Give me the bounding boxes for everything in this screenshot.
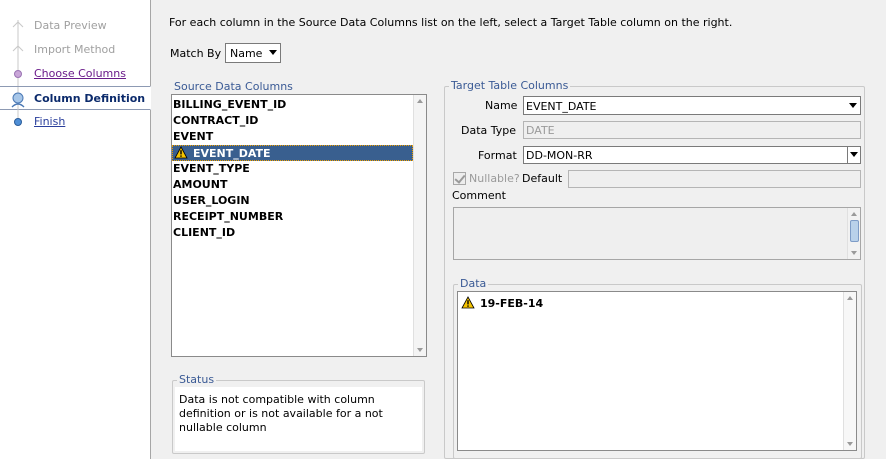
comment-label: Comment: [452, 189, 506, 202]
list-item[interactable]: BILLING_EVENT_ID: [172, 97, 412, 113]
nullable-label: Nullable?: [469, 172, 520, 185]
instructions-text: For each column in the Source Data Colum…: [169, 16, 733, 29]
warning-icon: [461, 296, 475, 309]
step-dot-icon: [14, 62, 22, 86]
scroll-up-icon[interactable]: [847, 296, 853, 300]
step-label: Column Definition: [34, 92, 146, 105]
data-row: 19-FEB-14: [461, 296, 543, 310]
list-item[interactable]: AMOUNT: [172, 177, 412, 193]
scroll-up-icon[interactable]: [417, 99, 423, 103]
step-import-method: Import Method: [0, 38, 150, 62]
step-finish[interactable]: Finish: [0, 110, 150, 134]
list-item[interactable]: CONTRACT_ID: [172, 113, 412, 129]
scroll-thumb[interactable]: [850, 220, 859, 242]
step-data-preview: Data Preview: [0, 14, 150, 38]
step-connector-icon: [12, 20, 24, 38]
nullable-checkbox[interactable]: [453, 172, 466, 185]
status-box: Data is not compatible with column defin…: [175, 387, 422, 451]
scroll-down-icon[interactable]: [417, 348, 423, 352]
default-label: Default: [522, 172, 563, 185]
target-name-select[interactable]: EVENT_DATE: [523, 96, 861, 115]
list-item[interactable]: USER_LOGIN: [172, 193, 412, 209]
step-choose-columns[interactable]: Choose Columns: [0, 62, 150, 86]
step-connector-icon: [12, 38, 24, 62]
default-field: [568, 170, 861, 188]
data-type-label: Data Type: [461, 124, 517, 137]
step-current-icon: [11, 87, 25, 111]
step-label[interactable]: Choose Columns: [34, 67, 126, 80]
match-by-value: Name: [230, 47, 263, 60]
warning-icon: [174, 146, 188, 159]
data-preview-list[interactable]: 19-FEB-14: [457, 291, 857, 451]
data-type-value: DATE: [526, 124, 555, 137]
match-by-label: Match By: [170, 47, 222, 60]
chevron-down-icon[interactable]: [847, 147, 860, 163]
wizard-sidebar: Data Preview Import Method Choose Column…: [0, 0, 151, 459]
data-type-field: DATE: [523, 121, 861, 139]
list-item[interactable]: RECEIPT_NUMBER: [172, 209, 412, 225]
status-group: Status Data is not compatible with colum…: [172, 373, 425, 454]
step-label: Data Preview: [34, 19, 107, 32]
comment-scrollbar[interactable]: [847, 208, 860, 259]
column-definition-panel: For each column in the Source Data Colum…: [152, 0, 886, 459]
step-label[interactable]: Finish: [34, 115, 65, 128]
target-columns-title: Target Table Columns: [449, 79, 571, 92]
source-columns-list[interactable]: BILLING_EVENT_ID CONTRACT_ID EVENT EVENT…: [171, 94, 427, 357]
data-scrollbar[interactable]: [843, 292, 856, 450]
list-item[interactable]: EVENT: [172, 129, 412, 145]
match-by-select[interactable]: Name: [225, 43, 281, 63]
chevron-down-icon: [849, 103, 857, 108]
target-name-value: EVENT_DATE: [526, 100, 597, 113]
status-title: Status: [177, 373, 217, 386]
source-list-scrollbar[interactable]: [413, 95, 426, 356]
name-label: Name: [485, 99, 518, 112]
data-value: 19-FEB-14: [480, 297, 544, 310]
status-message: Data is not compatible with column defin…: [179, 393, 418, 435]
list-item[interactable]: EVENT_TYPE: [172, 161, 412, 177]
format-combobox[interactable]: DD-MON-RR: [523, 146, 861, 164]
source-columns-title: Source Data Columns: [172, 80, 295, 93]
scroll-up-icon[interactable]: [851, 212, 857, 216]
format-label: Format: [478, 149, 517, 162]
step-dot-icon: [14, 110, 22, 126]
list-item-selected[interactable]: EVENT_DATE: [172, 145, 413, 161]
data-title: Data: [458, 277, 489, 290]
chevron-down-icon: [269, 50, 277, 55]
scroll-down-icon[interactable]: [847, 442, 853, 446]
comment-textarea[interactable]: [453, 207, 861, 260]
source-columns-group: Source Data Columns BILLING_EVENT_ID CON…: [170, 80, 427, 360]
data-group: Data 19-FEB-14: [453, 277, 862, 459]
scroll-down-icon[interactable]: [851, 251, 857, 255]
format-value: DD-MON-RR: [526, 149, 593, 162]
target-columns-group: Target Table Columns Name EVENT_DATE Dat…: [444, 79, 865, 459]
step-column-definition[interactable]: Column Definition: [0, 86, 151, 111]
list-item[interactable]: CLIENT_ID: [172, 225, 412, 241]
step-label: Import Method: [34, 43, 116, 56]
